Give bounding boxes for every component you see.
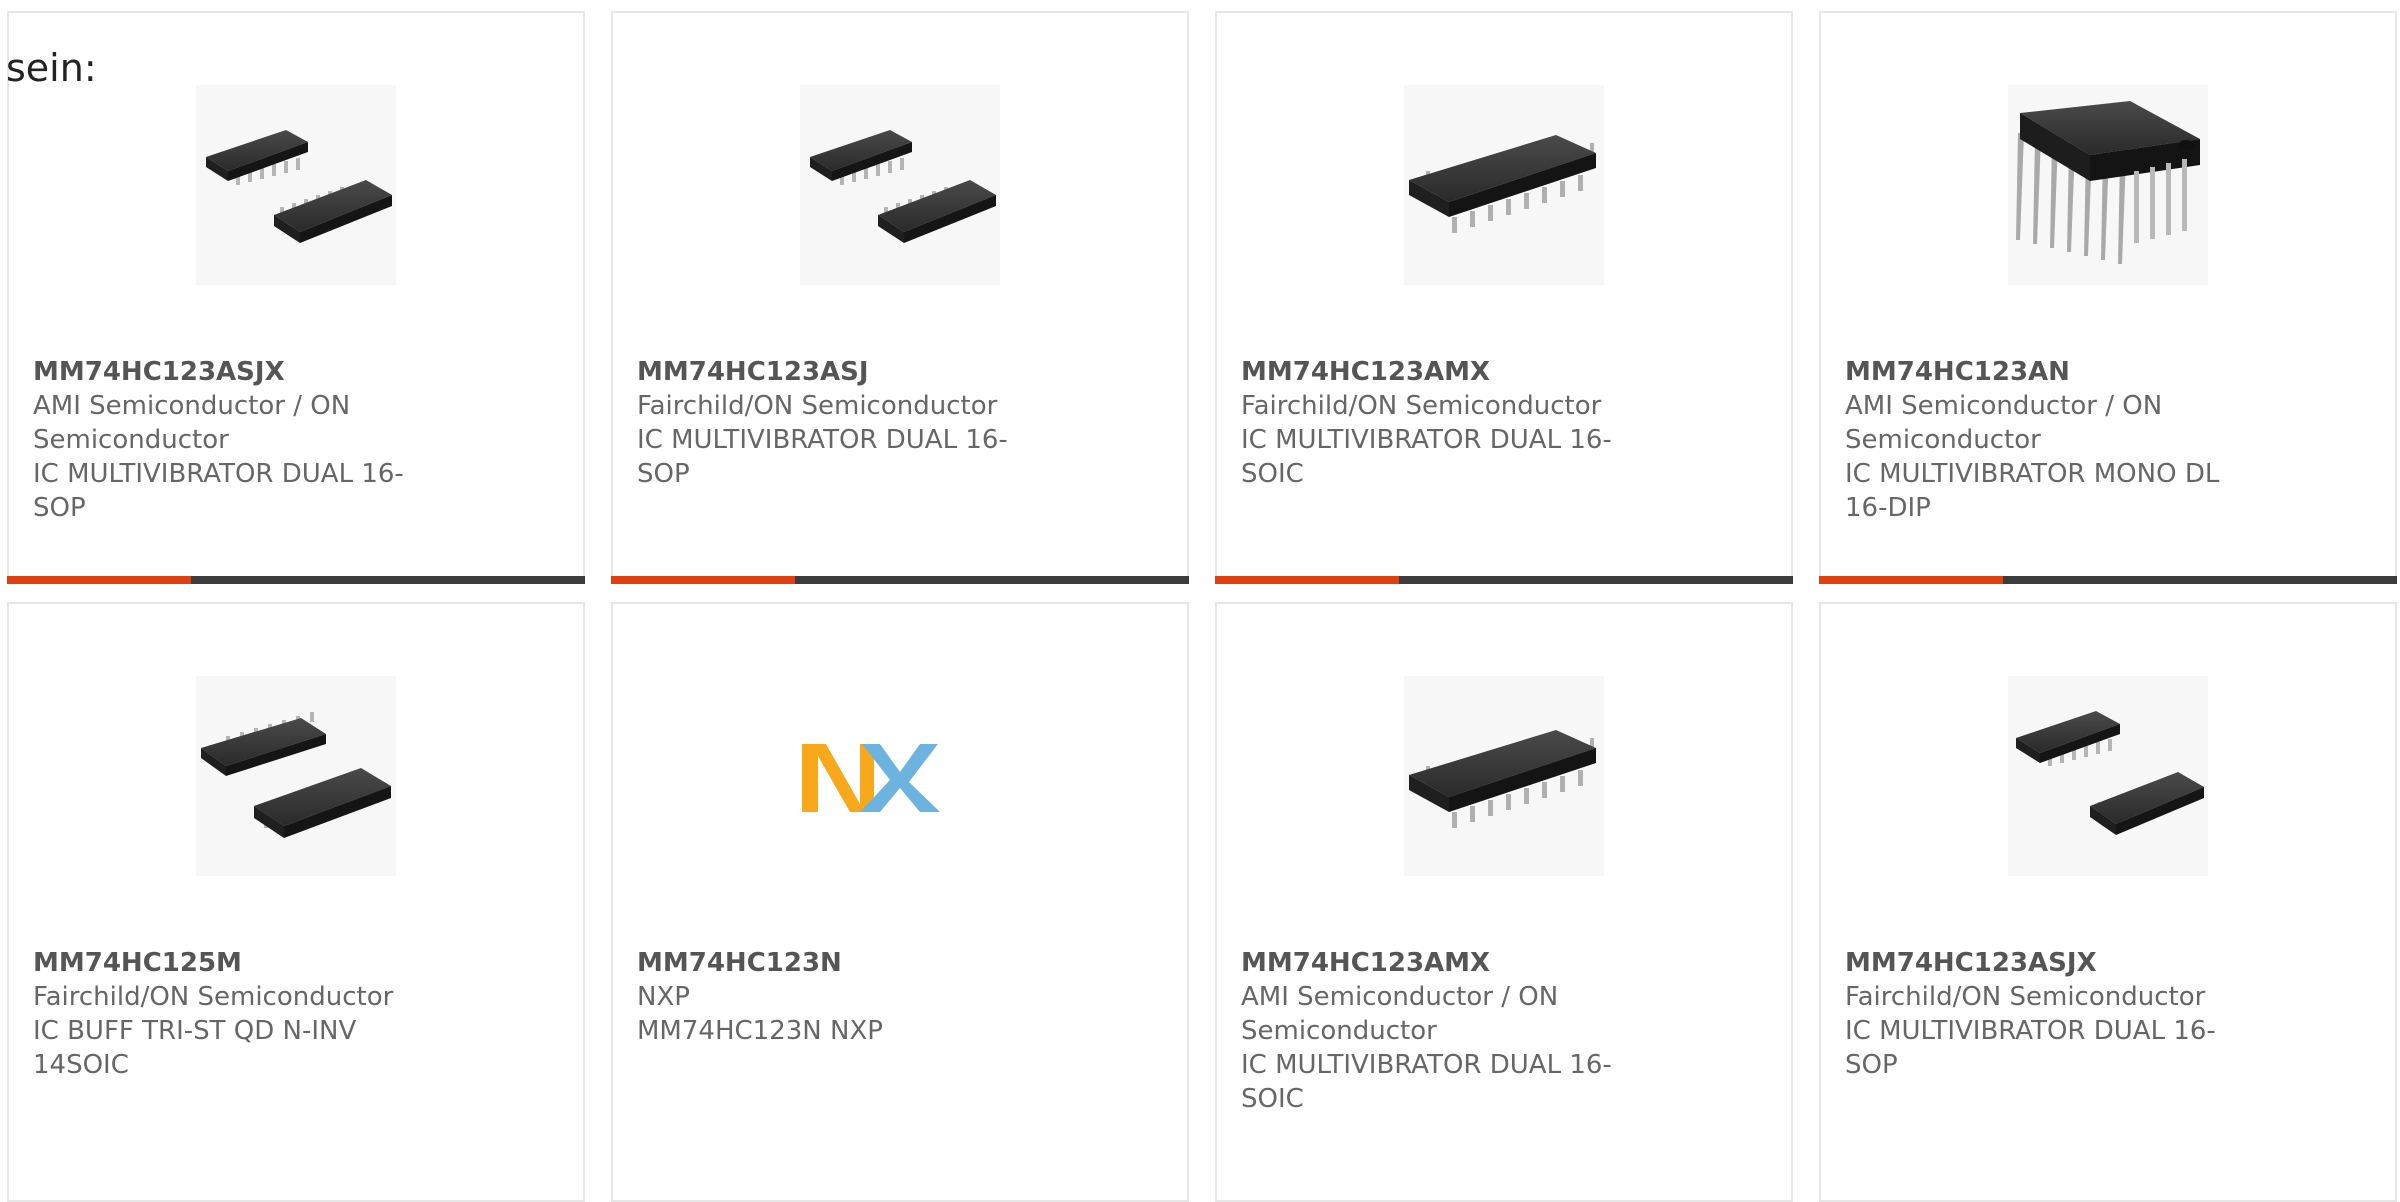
description: IC MULTIVIBRATOR DUAL 16-SOP — [1845, 1016, 2216, 1080]
product-card[interactable]: MM74HC123AMX AMI Semiconductor / ON Semi… — [1215, 602, 1793, 1202]
card-bottom-bar — [1215, 576, 1793, 584]
manufacturer: Fairchild/ON Semiconductor — [637, 391, 998, 421]
card-accent — [7, 576, 191, 584]
nxp-logo-icon — [800, 676, 1000, 876]
product-image[interactable] — [196, 85, 396, 285]
manufacturer: Fairchild/ON Semiconductor — [1241, 391, 1602, 421]
card-accent — [1819, 576, 2003, 584]
manufacturer: AMI Semiconductor / ON Semiconductor — [33, 391, 351, 455]
sop-chip-pair-icon — [196, 85, 396, 285]
sop-chip-pair-icon — [196, 676, 396, 876]
manufacturer: Fairchild/ON Semiconductor — [33, 982, 394, 1012]
part-number[interactable]: MM74HC123ASJX — [33, 355, 433, 389]
manufacturer: NXP — [637, 982, 690, 1012]
description: IC MULTIVIBRATOR DUAL 16-SOIC — [1241, 1050, 1612, 1114]
product-image[interactable] — [2008, 676, 2208, 876]
card-bottom-bar — [611, 576, 1189, 584]
sop-chip-pair-icon — [800, 85, 1000, 285]
soic-chip-icon — [1404, 676, 1604, 876]
product-card[interactable]: MM74HC123AMX Fairchild/ON Semiconductor … — [1215, 11, 1793, 584]
product-image[interactable] — [2008, 85, 2208, 285]
part-number[interactable]: MM74HC123AN — [1845, 355, 2245, 389]
card-bottom-bar — [1819, 576, 2397, 584]
manufacturer: Fairchild/ON Semiconductor — [1845, 982, 2206, 1012]
product-card[interactable]: MM74HC123ASJX AMI Semiconductor / ON Sem… — [7, 11, 585, 584]
product-card[interactable]: MM74HC125M Fairchild/ON Semiconductor IC… — [7, 602, 585, 1202]
product-image[interactable] — [196, 676, 396, 876]
product-image[interactable] — [800, 676, 1000, 876]
part-number[interactable]: MM74HC125M — [33, 946, 433, 980]
part-number[interactable]: MM74HC123N — [637, 946, 1037, 980]
card-accent — [611, 576, 795, 584]
product-card[interactable]: MM74HC123AN AMI Semiconductor / ON Semic… — [1819, 11, 2397, 584]
description: IC BUFF TRI-ST QD N-INV 14SOIC — [33, 1016, 357, 1080]
product-card[interactable]: MM74HC123ASJ Fairchild/ON Semiconductor … — [611, 11, 1189, 584]
soic-chip-icon — [1404, 85, 1604, 285]
part-number[interactable]: MM74HC123AMX — [1241, 946, 1641, 980]
description: IC MULTIVIBRATOR DUAL 16-SOP — [33, 459, 404, 523]
part-number[interactable]: MM74HC123ASJX — [1845, 946, 2245, 980]
description: IC MULTIVIBRATOR DUAL 16-SOIC — [1241, 425, 1612, 489]
product-image[interactable] — [800, 85, 1000, 285]
product-image[interactable] — [1404, 85, 1604, 285]
part-number[interactable]: MM74HC123ASJ — [637, 355, 1037, 389]
card-accent — [1215, 576, 1399, 584]
manufacturer: AMI Semiconductor / ON Semiconductor — [1845, 391, 2163, 455]
product-card[interactable]: MM74HC123ASJX Fairchild/ON Semiconductor… — [1819, 602, 2397, 1202]
description: IC MULTIVIBRATOR MONO DL 16-DIP — [1845, 459, 2220, 523]
intro-text: sein: — [6, 46, 97, 90]
dip-chip-icon — [2008, 85, 2208, 285]
part-number[interactable]: MM74HC123AMX — [1241, 355, 1641, 389]
product-image[interactable] — [1404, 676, 1604, 876]
sop-chip-pair-icon — [2008, 676, 2208, 876]
card-bottom-bar — [7, 576, 585, 584]
product-card[interactable]: MM74HC123N NXP MM74HC123N NXP — [611, 602, 1189, 1202]
description: IC MULTIVIBRATOR DUAL 16-SOP — [637, 425, 1008, 489]
description: MM74HC123N NXP — [637, 1016, 883, 1046]
manufacturer: AMI Semiconductor / ON Semiconductor — [1241, 982, 1559, 1046]
